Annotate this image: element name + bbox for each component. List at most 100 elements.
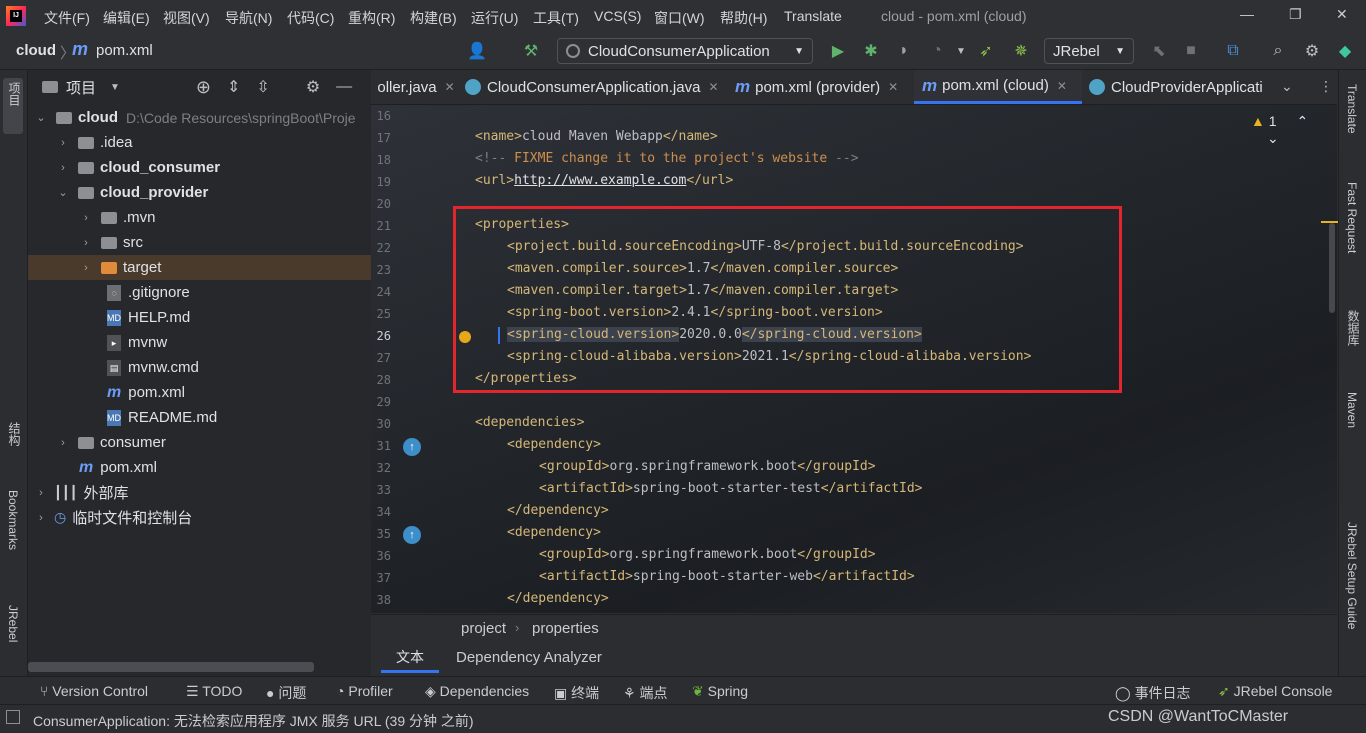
override-gutter-icon[interactable]: ↑ [403,438,421,456]
tool-terminal[interactable]: ▣ 终端 [554,683,599,703]
override-gutter-icon[interactable]: ↑ [403,526,421,544]
tree-item-mvnw-cmd[interactable]: ▤ mvnw.cmd [28,355,371,380]
menu-build[interactable]: 构建(B) [410,8,457,28]
menu-translate[interactable]: Translate [784,8,842,24]
translate-tool-label[interactable]: Translate [1345,84,1359,134]
jrebel-debug-icon[interactable]: ✵ [1010,40,1032,62]
menu-run[interactable]: 运行(U) [471,8,518,28]
breadcrumb-properties[interactable]: properties [532,620,599,637]
coverage-icon[interactable]: ◗ [893,40,915,62]
tree-item-pom-cloud[interactable]: m pom.xml [28,455,371,480]
tool-event-log[interactable]: ◯ 事件日志 [1115,683,1191,703]
menu-file[interactable]: 文件(F) [44,8,90,28]
tree-item-target[interactable]: › target [28,255,371,280]
translate-icon[interactable]: ⧉ [1222,40,1244,62]
jrebel-update-icon[interactable]: ⬉ [1148,40,1170,62]
url-link[interactable]: http://www.example.com [514,173,686,188]
tree-item-external-libraries[interactable]: › ┃┃┃ 外部库 [28,480,371,505]
tree-item-cloud-provider[interactable]: ⌄ cloud_provider [28,180,371,205]
profiler-icon[interactable]: ◔ [926,40,948,62]
tab-cloud-provider-application[interactable]: CloudProviderApplicati [1089,70,1275,104]
tool-spring[interactable]: ❦ Spring [692,683,748,700]
tab-pom-cloud[interactable]: m pom.xml (cloud) ✕ [914,70,1082,104]
tree-item-gitignore[interactable]: ◌ .gitignore [28,280,371,305]
tree-item-cloud-consumer[interactable]: › cloud_consumer [28,155,371,180]
menu-view[interactable]: 视图(V) [163,8,210,28]
crumb-project[interactable]: cloud [16,42,56,59]
expand-all-icon[interactable]: ⇕ [227,77,240,97]
restore-icon[interactable]: ❐ [1289,6,1302,23]
run-icon[interactable]: ▶ [827,40,849,62]
menu-window[interactable]: 窗口(W) [654,8,705,28]
jrebel-guide-tool-label[interactable]: JRebel Setup Guide [1345,522,1359,629]
more-options-icon[interactable]: ⋮ [1319,78,1333,95]
tab-text[interactable]: 文本 [381,643,439,673]
chevron-down-icon[interactable]: ▼ [110,82,120,93]
menu-help[interactable]: 帮助(H) [720,8,767,28]
debug-icon[interactable]: ✱ [860,40,882,62]
database-tool-label[interactable]: 数据库 [1345,310,1362,346]
tool-problems[interactable]: ● 问题 [266,683,306,703]
horizontal-scrollbar[interactable] [28,662,314,672]
previous-highlight-icon[interactable]: ⌃ [1296,113,1308,129]
tree-item-mvn[interactable]: › .mvn [28,205,371,230]
inspection-widget[interactable]: ▲ 1 ⌃ ⌄ [1251,113,1337,147]
status-message[interactable]: ConsumerApplication: 无法检索应用程序 JMX 服务 URL… [33,711,474,731]
jrebel-select[interactable]: JRebel ▼ [1044,38,1134,64]
tree-item-readme[interactable]: MD README.md [28,405,371,430]
menu-navigate[interactable]: 导航(N) [225,8,272,28]
menu-code[interactable]: 代码(C) [287,8,334,28]
tree-item-help-md[interactable]: MD HELP.md [28,305,371,330]
status-panel-icon[interactable] [6,710,20,724]
menu-tools[interactable]: 工具(T) [533,8,579,28]
structure-tool-label[interactable]: 结构 [6,422,23,446]
tree-item-mvnw[interactable]: ▸ mvnw [28,330,371,355]
vertical-scrollbar[interactable] [1329,223,1335,313]
tree-item-pom-provider[interactable]: m pom.xml [28,380,371,405]
user-vcs-icon[interactable]: 👤 [466,40,488,62]
more-run-chevron-icon[interactable]: ▼ [950,40,972,62]
tool-endpoints[interactable]: ⚘ 端点 [623,683,667,703]
maven-tool-label[interactable]: Maven [1345,392,1359,428]
search-icon[interactable]: ⌕ [1267,40,1289,62]
stop-icon[interactable]: ■ [1180,40,1202,62]
tree-item-cloud[interactable]: ⌄ cloud D:\Code Resources\springBoot\Pro… [28,105,371,130]
collapse-all-icon[interactable]: ⇳ [256,77,269,97]
tab-dependency-analyzer[interactable]: Dependency Analyzer [456,649,602,666]
jrebel-tool-label[interactable]: JRebel [6,605,20,642]
breadcrumb-project[interactable]: project [461,620,506,637]
tree-item-consumer[interactable]: › consumer [28,430,371,455]
project-panel-title[interactable]: 项目 [66,77,96,98]
build-hammer-icon[interactable]: ⚒ [520,40,542,62]
tool-todo[interactable]: ☰ TODO [186,683,242,700]
tab-cloud-consumer-application[interactable]: CloudConsumerApplication.java ✕ [465,70,729,104]
fast-request-tool-label[interactable]: Fast Request [1345,182,1359,253]
tool-dependencies[interactable]: ◈ Dependencies [425,683,529,700]
run-config-select[interactable]: CloudConsumerApplication ▼ [557,38,813,64]
close-icon[interactable]: ✕ [888,80,898,94]
locate-target-icon[interactable]: ⊕ [196,77,211,98]
tool-profiler[interactable]: ◔ Profiler [336,683,393,699]
tab-pom-provider[interactable]: m pom.xml (provider) ✕ [735,70,911,104]
plugin-icon[interactable]: ◆ [1334,40,1356,62]
bookmarks-tool-label[interactable]: Bookmarks [6,490,20,550]
tree-item-idea[interactable]: › .idea [28,130,371,155]
close-icon[interactable]: ✕ [708,80,718,94]
tab-list-chevron-icon[interactable]: ⌄ [1281,78,1293,95]
close-window-icon[interactable]: ✕ [1336,6,1348,23]
tree-item-scratches[interactable]: › ◷ 临时文件和控制台 [28,505,371,530]
next-highlight-icon[interactable]: ⌄ [1267,130,1279,146]
project-tool-button[interactable]: 项目 [3,78,23,134]
minimize-icon[interactable]: — [1240,6,1254,22]
tool-version-control[interactable]: ⑂ Version Control [40,683,148,699]
crumb-file[interactable]: pom.xml [96,42,153,59]
tab-controller-java[interactable]: oller.java ✕ [371,70,461,104]
menu-refactor[interactable]: 重构(R) [348,8,395,28]
close-icon[interactable]: ✕ [445,80,455,94]
tool-jrebel-console[interactable]: ➶ JRebel Console [1218,683,1332,700]
menu-vcs[interactable]: VCS(S) [594,8,641,24]
hide-panel-icon[interactable]: — [336,78,352,96]
menu-edit[interactable]: 编辑(E) [103,8,150,28]
jrebel-run-icon[interactable]: ➶ [975,40,997,62]
tree-item-src[interactable]: › src [28,230,371,255]
